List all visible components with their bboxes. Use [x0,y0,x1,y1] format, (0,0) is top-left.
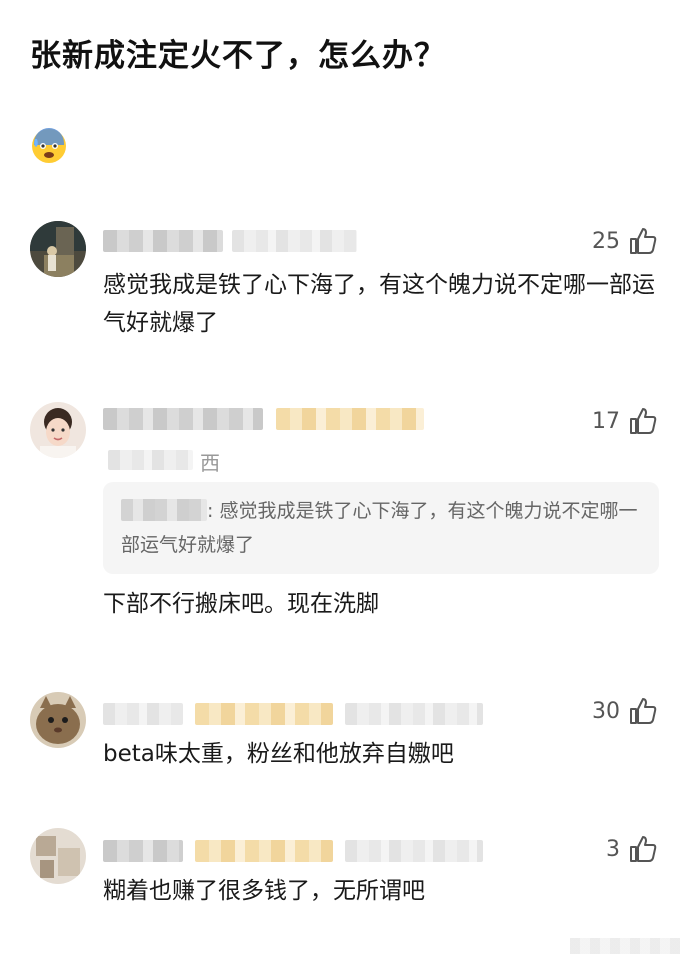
thumbs-up-icon [630,836,657,862]
comment-3-avatar[interactable] [30,692,86,748]
comment-4-like-button[interactable]: 3 [606,834,658,864]
comment-1-like-button[interactable]: 25 [592,226,658,256]
comment-4-avatar[interactable] [30,828,86,884]
comment-1-like-count: 25 [592,228,620,254]
comment-4-text: 糊着也赚了很多钱了，无所谓吧 [103,878,425,904]
comment-2-badge [276,408,424,430]
comment-4-meta [345,840,483,862]
quoted-separator: : [207,500,220,522]
comment-3-username[interactable] [103,703,183,725]
comment-1-username[interactable] [103,230,223,252]
comment-2-like-button[interactable]: 17 [592,406,658,436]
comment-4-badge [195,840,333,862]
comment-4-username[interactable] [103,840,183,862]
watermark [570,938,680,954]
comment-2-avatar[interactable] [30,402,86,458]
comment-3-like-count: 30 [592,698,620,724]
comment-3-badge [195,703,333,725]
anxious-face-icon [32,128,66,163]
comment-2-username[interactable] [103,408,263,430]
comment-2-meta [108,450,193,470]
thumbs-up-icon [630,228,657,254]
quoted-reply[interactable]: : 感觉我成是铁了心下海了，有这个魄力说不定哪一部运气好就爆了 [103,482,659,574]
thumbs-up-icon [630,408,657,434]
post-title: 张新成注定火不了，怎么办？ [30,38,446,74]
comment-1-text: 感觉我成是铁了心下海了，有这个魄力说不定哪一部运气好就爆了 [103,272,655,336]
comment-1-avatar[interactable] [30,221,86,277]
comment-2-like-count: 17 [592,408,620,434]
comment-4-like-count: 3 [606,836,620,862]
comment-2-text: 下部不行搬床吧。现在洗脚 [103,591,379,617]
thumbs-up-icon [630,698,657,724]
quoted-reply-body: : 感觉我成是铁了心下海了，有这个魄力说不定哪一部运气好就爆了 [121,494,641,562]
quoted-username [121,499,207,521]
comment-3-meta [345,703,483,725]
comment-1-meta [232,230,357,252]
comment-2-location: 西 [200,451,220,475]
comment-3-text: beta味太重，粉丝和他放弃自嫐吧 [103,741,454,767]
comment-3-like-button[interactable]: 30 [592,696,658,726]
